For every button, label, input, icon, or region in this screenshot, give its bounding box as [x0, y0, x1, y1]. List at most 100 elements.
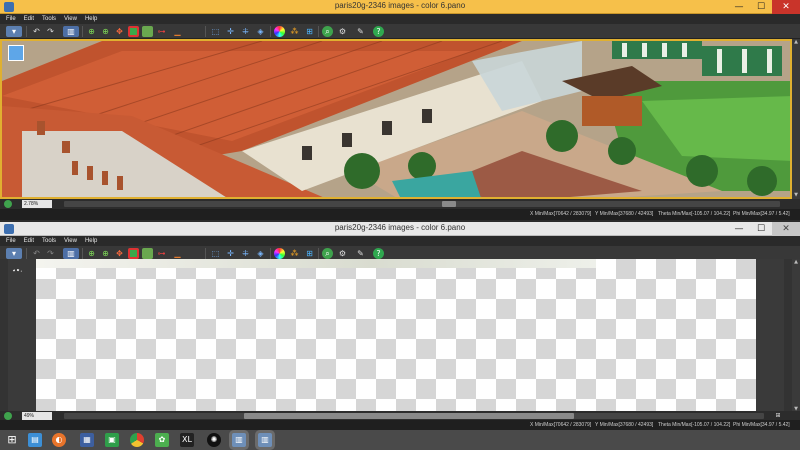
- horizon-icon[interactable]: ⊶: [156, 248, 167, 259]
- vertical-scrollbar[interactable]: ▲ ▼: [792, 39, 800, 199]
- title-bar[interactable]: paris20g-2346 images - color 6.pano — ☐ …: [0, 0, 800, 14]
- title-bar[interactable]: paris20g-2346 images - color 6.pano — ☐ …: [0, 222, 800, 236]
- color-wheel-icon[interactable]: [274, 248, 285, 259]
- mixer-icon[interactable]: ⁂: [289, 26, 300, 37]
- maximize-button[interactable]: ☐: [750, 0, 772, 14]
- zoom-field[interactable]: 2.78%: [22, 200, 52, 208]
- histogram-icon[interactable]: ▥: [63, 26, 79, 37]
- menu-button-icon[interactable]: ▾: [6, 248, 22, 259]
- scroll-up-icon[interactable]: ▲: [792, 259, 800, 266]
- zoom-icon[interactable]: ⌕: [322, 248, 333, 259]
- x-minmax: X Min/Max[70642 / 283079]: [530, 211, 592, 217]
- select-icon[interactable]: ⬚: [210, 26, 221, 37]
- menu-tools[interactable]: Tools: [42, 236, 56, 246]
- pano-window-top: paris20g-2346 images - color 6.pano — ☐ …: [0, 0, 800, 220]
- tools-icon[interactable]: ✎: [355, 248, 366, 259]
- horizontal-scroll-thumb[interactable]: [442, 201, 456, 207]
- windows-start-icon[interactable]: ⊞: [5, 433, 19, 447]
- scroll-down-icon[interactable]: ▼: [792, 192, 800, 199]
- redo-icon[interactable]: ↷: [45, 26, 56, 37]
- expand-icon[interactable]: ✛: [225, 26, 236, 37]
- scroll-up-icon[interactable]: ▲: [792, 39, 800, 46]
- menu-view[interactable]: View: [64, 236, 77, 246]
- window-title: paris20g-2346 images - color 6.pano: [334, 223, 466, 232]
- menu-tools[interactable]: Tools: [42, 14, 56, 24]
- settings-icon[interactable]: ⚙: [337, 248, 348, 259]
- close-button[interactable]: ✕: [772, 222, 800, 236]
- menu-button-icon[interactable]: ▾: [6, 26, 22, 37]
- maximize-button[interactable]: ☐: [750, 222, 772, 236]
- panorama-view[interactable]: [0, 39, 792, 199]
- grid-icon[interactable]: ⁜: [240, 26, 251, 37]
- zoom-field[interactable]: 49%: [22, 412, 52, 420]
- toolbar: ▾ ↶ ↷ ▥ ⊕ ⊕ ✥ ⊶ ▁ ⬚ ✛ ⁜ ◈ ⁂ ⊞ ⌕ ⚙ ✎ ?: [0, 24, 800, 39]
- render-icon[interactable]: ⊞: [304, 26, 315, 37]
- stitch-icon[interactable]: ✥: [114, 248, 125, 259]
- pano-window-2-icon[interactable]: ▥: [258, 433, 272, 447]
- line-icon[interactable]: ▁: [172, 248, 183, 259]
- fit-icon[interactable]: [4, 200, 12, 208]
- move-icon[interactable]: ⊕: [100, 248, 111, 259]
- theta-minmax: Theta Min/Max[-105.07 / 104.22]: [658, 422, 731, 428]
- menu-help[interactable]: Help: [85, 236, 97, 246]
- histogram-icon[interactable]: ▥: [63, 248, 79, 259]
- green-square-icon[interactable]: [142, 26, 153, 37]
- file-explorer-icon[interactable]: ▤: [28, 433, 42, 447]
- minimize-button[interactable]: —: [728, 0, 750, 14]
- firefox-icon[interactable]: ◐: [52, 433, 66, 447]
- mixer-icon[interactable]: ⁂: [289, 248, 300, 259]
- pano-window-1-icon[interactable]: ▥: [232, 433, 246, 447]
- transparent-canvas[interactable]: [36, 259, 756, 413]
- thumbnail-marker[interactable]: [8, 45, 24, 61]
- canvas-area[interactable]: [0, 259, 792, 413]
- undo-icon[interactable]: ↶: [31, 248, 42, 259]
- globe-icon[interactable]: ◈: [255, 248, 266, 259]
- stitch-icon[interactable]: ✥: [114, 26, 125, 37]
- menu-file[interactable]: File: [6, 14, 16, 24]
- fit-icon[interactable]: [4, 412, 12, 420]
- info-bar: X Min/Max[70642 / 283079] Y Min/Max[3768…: [0, 209, 800, 220]
- render-icon[interactable]: ⊞: [304, 248, 315, 259]
- media-icon[interactable]: ▣: [105, 433, 119, 447]
- menu-help[interactable]: Help: [85, 14, 97, 24]
- vertical-scrollbar[interactable]: ▲ ▼: [792, 259, 800, 413]
- tools-icon[interactable]: ✎: [355, 26, 366, 37]
- menu-edit[interactable]: Edit: [24, 236, 34, 246]
- redo-icon[interactable]: ↷: [45, 248, 56, 259]
- minimize-button[interactable]: —: [728, 222, 750, 236]
- red-square-icon[interactable]: [128, 26, 139, 37]
- move-icon[interactable]: ⊕: [100, 26, 111, 37]
- horizontal-scrollbar[interactable]: [64, 413, 764, 419]
- undo-icon[interactable]: ↶: [31, 26, 42, 37]
- camera-app-icon[interactable]: ✺: [207, 433, 221, 447]
- help-icon[interactable]: ?: [373, 26, 384, 37]
- y-minmax: Y Min/Max[37680 / 42493]: [595, 422, 654, 428]
- menu-file[interactable]: File: [6, 236, 16, 246]
- panorama-image: [2, 41, 790, 197]
- color-wheel-icon[interactable]: [274, 26, 285, 37]
- menu-edit[interactable]: Edit: [24, 14, 34, 24]
- crosshair-icon[interactable]: ⊕: [86, 248, 97, 259]
- line-icon[interactable]: ▁: [172, 26, 183, 37]
- green-app-icon[interactable]: ✿: [155, 433, 169, 447]
- horizontal-scroll-thumb[interactable]: [244, 413, 574, 419]
- app-icon[interactable]: ▦: [80, 433, 94, 447]
- green-square-icon[interactable]: [142, 248, 153, 259]
- globe-icon[interactable]: ◈: [255, 26, 266, 37]
- red-square-icon[interactable]: [128, 248, 139, 259]
- expand-view-icon[interactable]: ⊞: [774, 412, 782, 420]
- select-icon[interactable]: ⬚: [210, 248, 221, 259]
- crosshair-icon[interactable]: ⊕: [86, 26, 97, 37]
- horizon-icon[interactable]: ⊶: [156, 26, 167, 37]
- grid-icon[interactable]: ⁜: [240, 248, 251, 259]
- settings-icon[interactable]: ⚙: [337, 26, 348, 37]
- expand-icon[interactable]: ✛: [225, 248, 236, 259]
- close-button[interactable]: ✕: [772, 0, 800, 14]
- menu-view[interactable]: View: [64, 14, 77, 24]
- horizontal-scrollbar[interactable]: [64, 201, 780, 207]
- xl-icon[interactable]: XL: [180, 433, 194, 447]
- image-strip: [36, 259, 596, 268]
- chrome-icon[interactable]: [130, 433, 144, 447]
- help-icon[interactable]: ?: [373, 248, 384, 259]
- zoom-icon[interactable]: ⌕: [322, 26, 333, 37]
